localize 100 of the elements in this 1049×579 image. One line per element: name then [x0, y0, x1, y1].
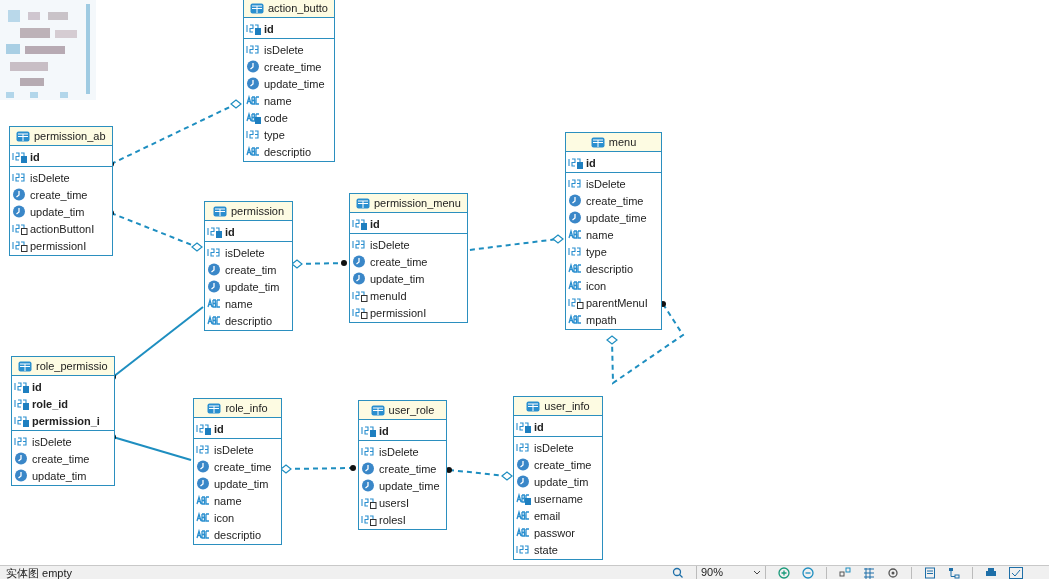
column-type-icon	[352, 289, 368, 302]
table-icon	[370, 404, 385, 416]
column-type-icon	[352, 217, 368, 230]
column-type-icon	[246, 145, 262, 158]
column-name: icon	[214, 511, 236, 524]
column-type-icon	[12, 222, 28, 235]
column-type-icon	[12, 150, 28, 163]
column-type-icon	[568, 228, 584, 241]
zoom-out-icon[interactable]	[802, 566, 814, 579]
relationship-line	[446, 467, 513, 481]
hierarchy-icon[interactable]	[948, 566, 960, 579]
key-column: id	[214, 422, 228, 435]
printer-icon[interactable]	[985, 566, 997, 579]
entity-table[interactable]: permission id isDelete create_tim update_tim name descriptio	[204, 201, 293, 331]
table-name: permission_menu	[374, 197, 461, 209]
key-column: id	[264, 22, 278, 35]
clock-icon	[568, 211, 584, 224]
key-column: permission_i	[32, 414, 104, 427]
zoom-select[interactable]: 90%	[695, 566, 766, 579]
column-name: update_time	[379, 479, 441, 492]
column-type-icon	[516, 543, 532, 556]
column-name: name	[225, 297, 254, 310]
column-name: permissionI	[30, 239, 88, 252]
column-type-icon	[196, 422, 212, 435]
search-icon[interactable]	[671, 566, 684, 579]
column-name: isDelete	[379, 445, 420, 458]
entity-table[interactable]: permission_menu id isDelete create_time update_tim menuId permissionI	[349, 193, 468, 323]
table-name: permission	[230, 205, 285, 217]
clock-icon	[352, 255, 368, 268]
column-type-icon	[361, 445, 377, 458]
table-name: user_info	[544, 400, 590, 412]
column-name: icon	[586, 279, 608, 292]
column-type-icon	[516, 492, 532, 505]
column-type-icon	[14, 435, 30, 448]
column-name: permissionI	[370, 306, 428, 319]
entity-table[interactable]: action_butto id isDelete create_time update_time name code type descriptio	[243, 0, 335, 162]
layout-icon[interactable]	[839, 566, 851, 579]
column-type-icon	[568, 156, 584, 169]
column-name: isDelete	[264, 43, 305, 56]
clock-icon	[12, 205, 28, 218]
column-name: descriptio	[214, 528, 263, 541]
column-type-icon	[352, 306, 368, 319]
column-name: update_tim	[30, 205, 86, 218]
table-name: user_role	[388, 404, 435, 416]
relationship-line	[291, 259, 347, 269]
column-name: create_tim	[225, 263, 278, 276]
column-name: code	[264, 111, 289, 124]
entity-table[interactable]: menu id isDelete create_time update_time name type descriptio icon parentMenuI mpath	[565, 132, 662, 330]
column-type-icon	[361, 496, 377, 509]
column-name: usersI	[379, 496, 410, 509]
key-column: id	[586, 156, 600, 169]
column-name: update_tim	[32, 469, 88, 482]
clock-icon	[207, 263, 223, 276]
caret-icon	[753, 569, 761, 576]
zoom-in-icon[interactable]	[778, 566, 790, 579]
column-type-icon	[207, 246, 223, 259]
column-name: descriptio	[225, 314, 274, 327]
entity-table[interactable]: user_role id isDelete create_time update_time usersI rolesI	[358, 400, 447, 530]
column-type-icon	[12, 171, 28, 184]
clock-icon	[516, 475, 532, 488]
check-icon[interactable]	[1009, 566, 1023, 579]
column-type-icon	[207, 314, 223, 327]
column-name: update_time	[264, 77, 326, 90]
column-name: update_tim	[214, 477, 270, 490]
column-name: type	[264, 128, 286, 141]
column-type-icon	[246, 128, 262, 141]
column-type-icon	[568, 279, 584, 292]
document-icon[interactable]	[924, 566, 936, 579]
clock-icon	[516, 458, 532, 471]
key-column: id	[370, 217, 384, 230]
clock-icon	[14, 452, 30, 465]
clock-icon	[568, 194, 584, 207]
entity-table[interactable]: permission_ab id isDelete create_time update_tim actionButtonI permissionI	[9, 126, 113, 256]
column-name: name	[586, 228, 615, 241]
column-name: rolesI	[379, 513, 407, 526]
table-name: permission_ab	[34, 130, 106, 142]
table-name: action_butto	[268, 2, 328, 14]
grid-icon[interactable]	[863, 566, 875, 579]
table-icon	[590, 136, 605, 148]
table-name: menu	[608, 136, 637, 148]
entity-table[interactable]: role_permissio id role_id permission_i isDelete create_time update_tim	[11, 356, 115, 486]
column-type-icon	[14, 397, 30, 410]
column-type-icon	[12, 239, 28, 252]
column-name: mpath	[586, 313, 618, 326]
column-name: create_time	[264, 60, 323, 73]
table-icon	[356, 197, 370, 209]
column-name: descriptio	[586, 262, 635, 275]
column-type-icon	[568, 177, 584, 190]
column-type-icon	[246, 43, 262, 56]
table-icon	[207, 402, 222, 414]
key-column: id	[30, 150, 44, 163]
entity-table[interactable]: role_info id isDelete create_time update_tim name icon descriptio	[193, 398, 282, 545]
column-name: create_time	[214, 460, 273, 473]
column-type-icon	[207, 225, 223, 238]
column-name: username	[534, 492, 584, 505]
clock-icon	[246, 60, 262, 73]
column-name: isDelete	[30, 171, 71, 184]
column-type-icon	[207, 297, 223, 310]
column-name: create_time	[32, 452, 91, 465]
entity-table[interactable]: user_info id isDelete create_time update_tim username email passwor state	[513, 396, 603, 560]
